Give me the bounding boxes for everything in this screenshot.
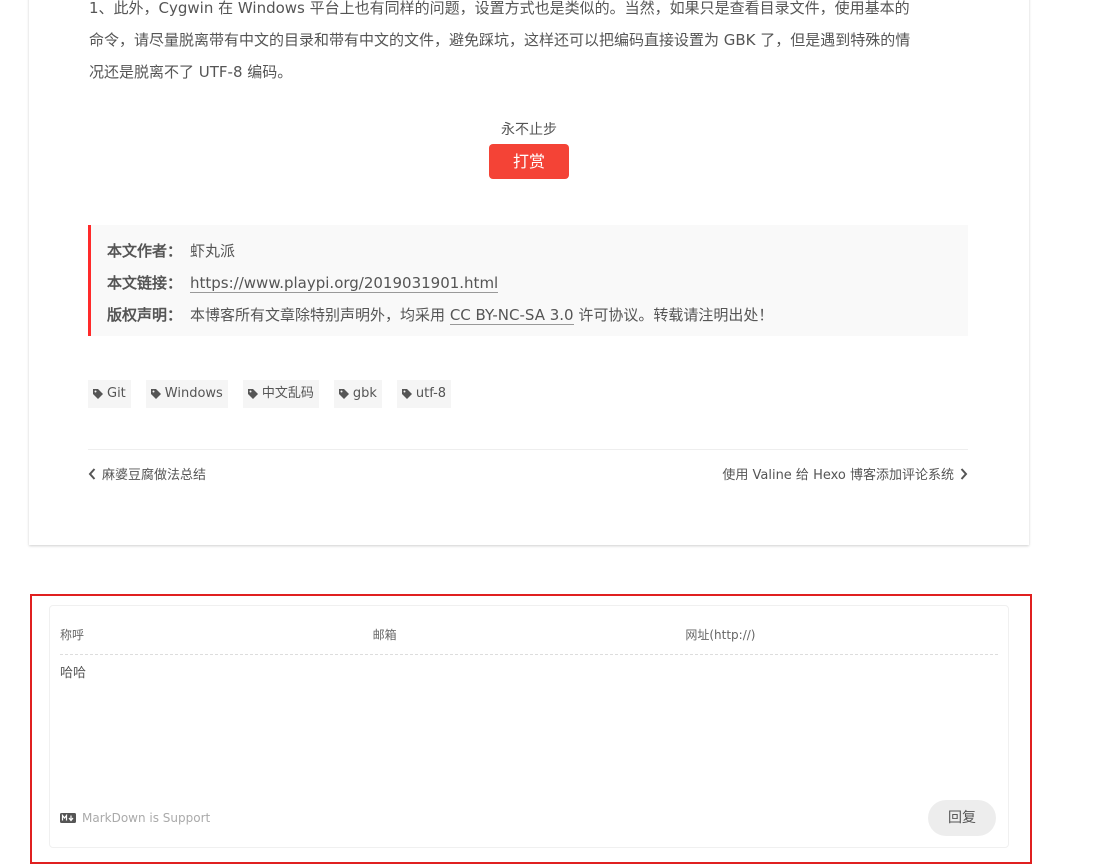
mail-input[interactable]: [372, 618, 686, 652]
article-body: 1、此外，Cygwin 在 Windows 平台上也有同样的问题，设置方式也是类…: [89, 0, 969, 88]
next-post-title: 使用 Valine 给 Hexo 博客添加评论系统: [722, 468, 954, 483]
markdown-icon: [60, 813, 76, 823]
copyright-link: 本文链接： https://www.playpi.org/2019031901.h…: [107, 267, 952, 299]
license-prefix: 本博客所有文章除特别声明外，均采用: [190, 306, 446, 324]
reward-section: 永不止步 打赏: [29, 120, 1029, 179]
prev-post-title: 麻婆豆腐做法总结: [102, 468, 207, 483]
post-link[interactable]: https://www.playpi.org/2019031901.html: [190, 274, 499, 293]
tag-list: Git Windows 中文乱码 gbk utf-8: [88, 380, 452, 408]
license-link[interactable]: CC BY-NC-SA 3.0: [449, 306, 574, 325]
license-suffix: 许可协议。转载请注明出处！: [578, 306, 774, 324]
article-line: 况还是脱离不了 UTF-8 编码。: [89, 63, 293, 81]
tag-utf8[interactable]: utf-8: [396, 380, 452, 408]
tag-label: utf-8: [415, 386, 447, 401]
nick-input[interactable]: [60, 618, 373, 652]
copyright-block: 本文作者： 虾丸派 本文链接： https://www.playpi.org/201…: [88, 225, 968, 336]
reward-button[interactable]: 打赏: [489, 144, 569, 179]
author-label: 本文作者：: [107, 242, 183, 260]
next-post-link[interactable]: 使用 Valine 给 Hexo 博客添加评论系统: [722, 464, 968, 483]
license-label: 版权声明：: [107, 306, 183, 324]
tag-chinese-garbled[interactable]: 中文乱码: [242, 380, 319, 408]
tag-icon: [93, 389, 103, 399]
tag-label: gbk: [352, 386, 377, 401]
chevron-right-icon: [960, 467, 968, 480]
tag-icon: [338, 389, 349, 399]
reply-button[interactable]: 回复: [928, 800, 996, 836]
link-input[interactable]: [685, 618, 999, 652]
tag-label: Git: [107, 386, 126, 401]
link-label: 本文链接：: [107, 274, 183, 292]
markdown-support-label: MarkDown is Support: [82, 811, 211, 825]
tag-label: Windows: [164, 386, 223, 401]
comment-textarea[interactable]: 哈哈: [60, 664, 998, 784]
markdown-support[interactable]: MarkDown is Support: [60, 811, 210, 825]
author-value: 虾丸派: [190, 242, 236, 260]
copyright-license: 版权声明： 本博客所有文章除特别声明外，均采用 CC BY-NC-SA 3.0 许…: [107, 299, 952, 331]
article-line: 命令，请尽量脱离带有中文的目录和带有中文的文件，避免踩坑，这样还可以把编码直接设…: [89, 31, 911, 49]
tag-git[interactable]: Git: [88, 380, 131, 408]
post-nav: 麻婆豆腐做法总结 使用 Valine 给 Hexo 博客添加评论系统: [88, 449, 968, 500]
tag-icon: [247, 389, 258, 399]
chevron-left-icon: [88, 467, 96, 480]
tag-label: 中文乱码: [261, 386, 314, 401]
tag-icon: [150, 389, 161, 399]
copyright-author: 本文作者： 虾丸派: [107, 235, 952, 267]
article-line: 1、此外，Cygwin 在 Windows 平台上也有同样的问题，设置方式也是类…: [89, 0, 910, 17]
tag-gbk[interactable]: gbk: [333, 380, 382, 408]
reward-comment: 永不止步: [501, 122, 557, 138]
page: 1、此外，Cygwin 在 Windows 平台上也有同样的问题，设置方式也是类…: [0, 0, 1100, 866]
tag-icon: [401, 389, 412, 399]
comment-form: 哈哈 MarkDown is Support 回复: [49, 605, 1009, 848]
tag-windows[interactable]: Windows: [145, 380, 228, 408]
post-card: 1、此外，Cygwin 在 Windows 平台上也有同样的问题，设置方式也是类…: [29, 0, 1029, 545]
comment-meta-fields: [60, 618, 999, 655]
prev-post-link[interactable]: 麻婆豆腐做法总结: [88, 464, 206, 483]
